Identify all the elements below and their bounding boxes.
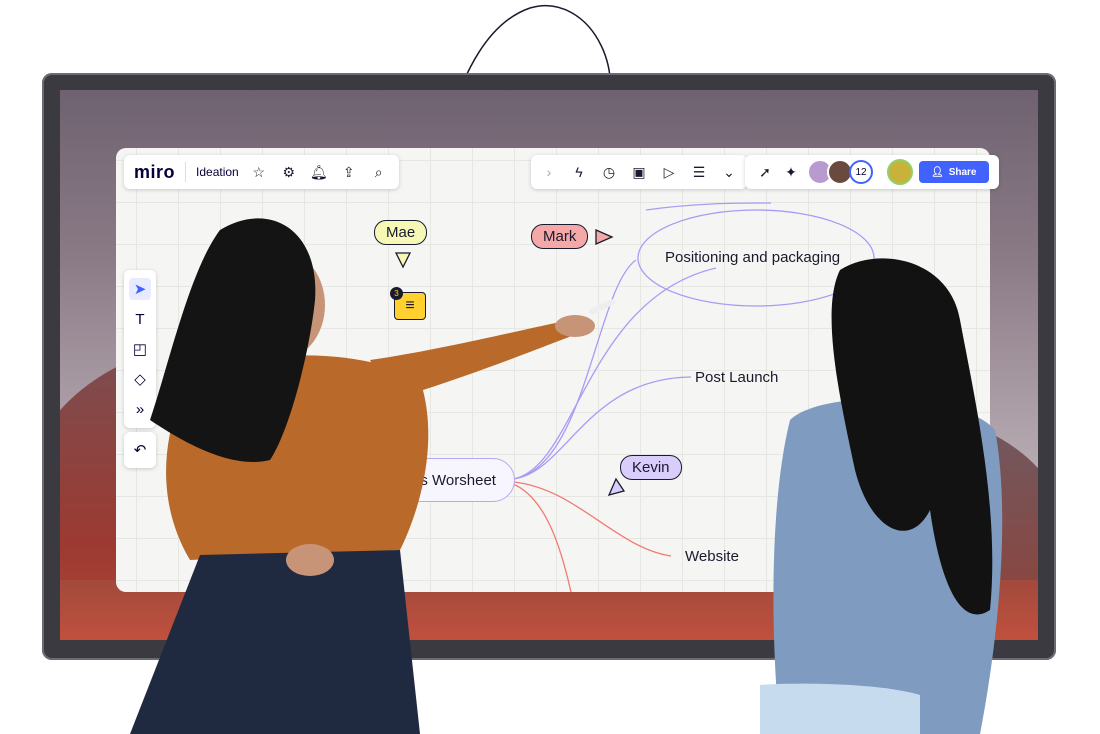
share-button[interactable]: 👤︎ Share: [919, 161, 989, 183]
avatar[interactable]: [887, 159, 913, 185]
bell-icon[interactable]: 🔔︎: [309, 164, 329, 181]
card-icon[interactable]: ▣: [629, 164, 649, 181]
user-icon: 👤︎: [931, 166, 944, 178]
apps-toolbar: › ϟ ◷ ▣ ▷ ☰ ⌄: [531, 155, 747, 189]
collaborator-count[interactable]: 12: [849, 160, 873, 184]
share-label: Share: [948, 166, 977, 178]
board-toolbar: miro Ideation ☆ ⚙ 🔔︎ ⇪ ⌕: [124, 155, 399, 189]
chevron-right-icon[interactable]: ›: [539, 164, 559, 180]
collaboration-toolbar: ➚ ✦ 12 👤︎ Share: [745, 155, 999, 189]
chevrons-down-icon[interactable]: ⌄: [719, 164, 739, 181]
star-icon[interactable]: ☆: [249, 164, 269, 181]
lightning-icon[interactable]: ϟ: [569, 164, 589, 180]
search-icon[interactable]: ⌕: [369, 164, 389, 181]
presentation-icon[interactable]: ▷: [659, 164, 679, 181]
divider: [185, 162, 187, 182]
celebrate-icon[interactable]: ✦: [781, 164, 801, 181]
miro-logo: miro: [134, 161, 176, 182]
cursor-label-kevin: Kevin: [620, 455, 682, 480]
select-cursor-icon[interactable]: ➚: [755, 164, 775, 181]
mindmap-node[interactable]: Website: [685, 548, 739, 565]
notes-icon[interactable]: ☰: [689, 164, 709, 181]
board-name[interactable]: Ideation: [196, 165, 239, 179]
person-left: [130, 218, 615, 734]
upload-icon[interactable]: ⇪: [339, 164, 359, 181]
settings-icon[interactable]: ⚙: [279, 164, 299, 181]
person-right: [760, 258, 1003, 734]
timer-icon[interactable]: ◷: [599, 164, 619, 181]
